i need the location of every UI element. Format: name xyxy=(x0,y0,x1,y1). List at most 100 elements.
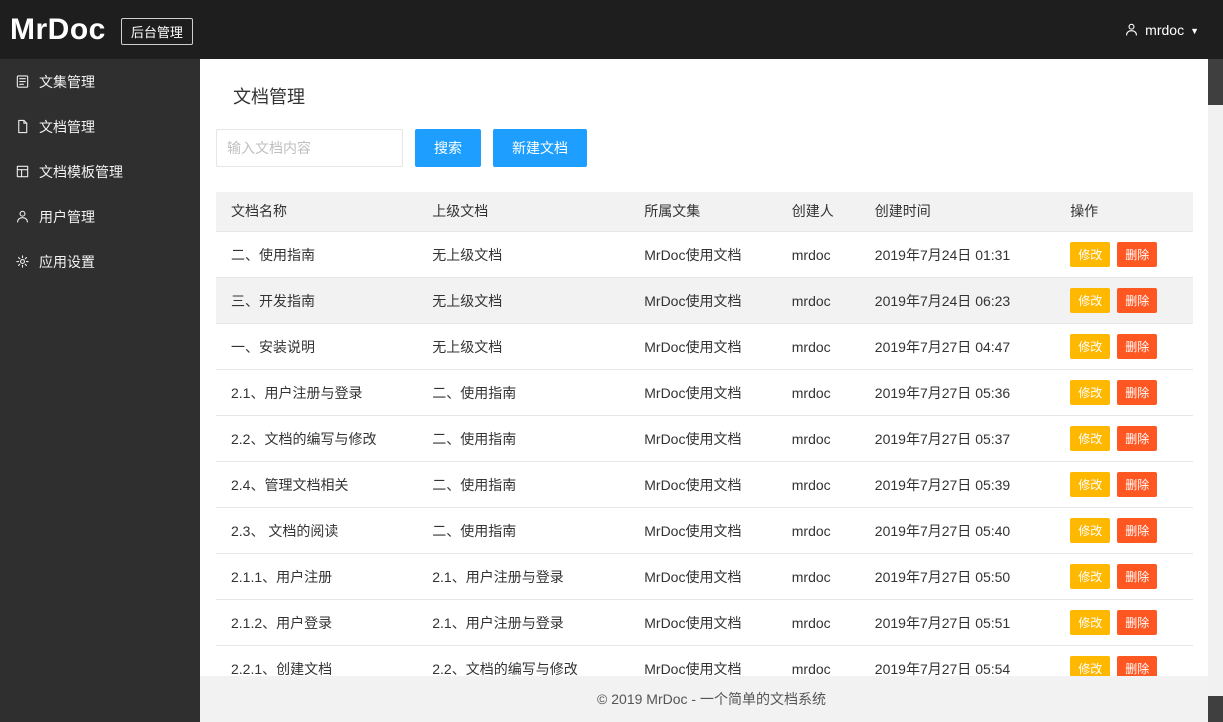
content-column: 文档管理 搜索 新建文档 文档名称上级文档所属文集创建人创建时间操作 二、使用指… xyxy=(200,59,1223,722)
document-icon xyxy=(15,119,30,134)
body-row: 文集管理文档管理文档模板管理用户管理应用设置 文档管理 搜索 新建文档 文档名称… xyxy=(0,59,1223,722)
table-row: 三、开发指南 无上级文档 MrDoc使用文档 mrdoc 2019年7月24日 06:2… xyxy=(216,277,1193,324)
cell-name: 二、使用指南 xyxy=(216,231,418,278)
scrollbar-down-button[interactable] xyxy=(1208,696,1223,722)
cell-parent: 无上级文档 xyxy=(417,323,630,370)
cell-creator: mrdoc xyxy=(776,369,860,416)
sidebar-item-collections[interactable]: 文集管理 xyxy=(0,59,200,104)
edit-button[interactable]: 修改 xyxy=(1070,472,1111,497)
cell-parent: 2.2、文档的编写与修改 xyxy=(417,645,630,676)
table-row: 2.3、 文档的阅读 二、使用指南 MrDoc使用文档 mrdoc 2019年7月27日… xyxy=(216,507,1193,554)
edit-button[interactable]: 修改 xyxy=(1070,380,1111,405)
delete-button[interactable]: 删除 xyxy=(1117,564,1158,589)
cell-parent: 无上级文档 xyxy=(417,231,630,278)
delete-button[interactable]: 删除 xyxy=(1117,334,1158,359)
table-row: 2.4、管理文档相关 二、使用指南 MrDoc使用文档 mrdoc 2019年7月27日… xyxy=(216,461,1193,508)
edit-button[interactable]: 修改 xyxy=(1070,288,1111,313)
top-header: MrDoc 后台管理 mrdoc ▼ xyxy=(0,0,1223,59)
table-header-row: 文档名称 上级文档 所属文集 创建人 创建时间 操作 xyxy=(216,192,1193,232)
cell-created: 2019年7月24日 06:23 xyxy=(859,277,1056,324)
column-header: 文档名称 xyxy=(216,192,418,232)
cell-creator: mrdoc xyxy=(776,507,860,554)
scrollbar-thumb[interactable] xyxy=(1208,59,1223,105)
cell-collection: MrDoc使用文档 xyxy=(629,231,777,278)
edit-button[interactable]: 修改 xyxy=(1070,426,1111,451)
cell-name: 2.4、管理文档相关 xyxy=(216,461,418,508)
sidebar-item-label: 用户管理 xyxy=(39,208,95,225)
table-body: 二、使用指南 无上级文档 MrDoc使用文档 mrdoc 2019年7月24日 01:3… xyxy=(216,231,1193,676)
cell-creator: mrdoc xyxy=(776,553,860,600)
cell-created: 2019年7月27日 04:47 xyxy=(859,323,1056,370)
table-row: 2.2.1、创建文档 2.2、文档的编写与修改 MrDoc使用文档 mrdoc 2019… xyxy=(216,645,1193,676)
cell-creator: mrdoc xyxy=(776,645,860,676)
cell-name: 2.2.1、创建文档 xyxy=(216,645,418,676)
cell-name: 2.1.1、用户注册 xyxy=(216,553,418,600)
search-button[interactable]: 搜索 xyxy=(415,129,481,167)
cell-creator: mrdoc xyxy=(776,277,860,324)
cell-creator: mrdoc xyxy=(776,231,860,278)
sidebar-item-app-settings[interactable]: 应用设置 xyxy=(0,239,200,284)
table-row: 2.1.2、用户登录 2.1、用户注册与登录 MrDoc使用文档 mrdoc 2019年… xyxy=(216,599,1193,646)
sidebar-item-documents[interactable]: 文档管理 xyxy=(0,104,200,149)
sidebar-item-label: 文档管理 xyxy=(39,118,95,135)
delete-button[interactable]: 删除 xyxy=(1117,472,1158,497)
cell-created: 2019年7月27日 05:36 xyxy=(859,369,1056,416)
settings-icon xyxy=(15,254,30,269)
edit-button[interactable]: 修改 xyxy=(1070,334,1111,359)
cell-actions: 修改 删除 xyxy=(1055,645,1193,676)
search-input[interactable] xyxy=(216,129,403,167)
page-title: 文档管理 xyxy=(233,87,305,107)
column-header: 上级文档 xyxy=(417,192,630,232)
edit-button[interactable]: 修改 xyxy=(1070,610,1111,635)
delete-button[interactable]: 删除 xyxy=(1117,242,1158,267)
cell-parent: 二、使用指南 xyxy=(417,461,630,508)
delete-button[interactable]: 删除 xyxy=(1117,288,1158,313)
edit-button[interactable]: 修改 xyxy=(1070,518,1111,543)
user-icon xyxy=(15,209,30,224)
scrollbar[interactable] xyxy=(1208,59,1223,722)
edit-button[interactable]: 修改 xyxy=(1070,564,1111,589)
cell-actions: 修改 删除 xyxy=(1055,231,1193,278)
username: mrdoc xyxy=(1145,21,1185,38)
cell-name: 2.1、用户注册与登录 xyxy=(216,369,418,416)
cell-collection: MrDoc使用文档 xyxy=(629,645,777,676)
cell-parent: 二、使用指南 xyxy=(417,507,630,554)
cell-collection: MrDoc使用文档 xyxy=(629,599,777,646)
delete-button[interactable]: 删除 xyxy=(1117,518,1158,543)
table-row: 一、安装说明 无上级文档 MrDoc使用文档 mrdoc 2019年7月27日 04:4… xyxy=(216,323,1193,370)
cell-created: 2019年7月27日 05:54 xyxy=(859,645,1056,676)
sidebar-item-doc-templates[interactable]: 文档模板管理 xyxy=(0,149,200,194)
cell-actions: 修改 删除 xyxy=(1055,415,1193,462)
cell-parent: 2.1、用户注册与登录 xyxy=(417,599,630,646)
book-icon xyxy=(15,74,30,89)
cell-actions: 修改 删除 xyxy=(1055,553,1193,600)
cell-parent: 无上级文档 xyxy=(417,277,630,324)
sidebar-item-label: 文集管理 xyxy=(39,73,95,90)
sidebar-item-users[interactable]: 用户管理 xyxy=(0,194,200,239)
cell-created: 2019年7月27日 05:50 xyxy=(859,553,1056,600)
column-header: 创建时间 xyxy=(859,192,1056,232)
cell-collection: MrDoc使用文档 xyxy=(629,553,777,600)
create-doc-button[interactable]: 新建文档 xyxy=(493,129,587,167)
cell-collection: MrDoc使用文档 xyxy=(629,415,777,462)
delete-button[interactable]: 删除 xyxy=(1117,610,1158,635)
footer-text: © 2019 MrDoc - 一个简单的文档系统 xyxy=(597,691,826,707)
sidebar-item-label: 应用设置 xyxy=(39,253,95,270)
app-logo[interactable]: MrDoc xyxy=(10,13,106,47)
delete-button[interactable]: 删除 xyxy=(1117,426,1158,451)
cell-collection: MrDoc使用文档 xyxy=(629,277,777,324)
cell-parent: 2.1、用户注册与登录 xyxy=(417,553,630,600)
cell-name: 2.2、文档的编写与修改 xyxy=(216,415,418,462)
user-menu[interactable]: mrdoc ▼ xyxy=(1124,22,1199,38)
table-row: 2.1.1、用户注册 2.1、用户注册与登录 MrDoc使用文档 mrdoc 2019年… xyxy=(216,553,1193,600)
edit-button[interactable]: 修改 xyxy=(1070,242,1111,267)
delete-button[interactable]: 删除 xyxy=(1117,380,1158,405)
column-header: 创建人 xyxy=(776,192,860,232)
cell-actions: 修改 删除 xyxy=(1055,369,1193,416)
delete-button[interactable]: 删除 xyxy=(1117,656,1158,676)
cell-created: 2019年7月24日 01:31 xyxy=(859,231,1056,278)
user-icon xyxy=(1124,22,1139,37)
cell-creator: mrdoc xyxy=(776,461,860,508)
cell-actions: 修改 删除 xyxy=(1055,277,1193,324)
edit-button[interactable]: 修改 xyxy=(1070,656,1111,676)
